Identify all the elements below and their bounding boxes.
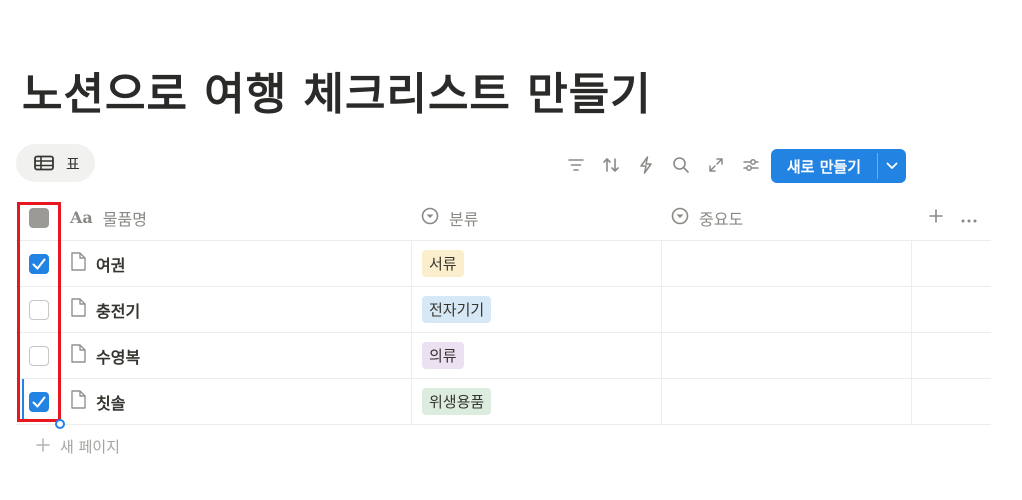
header-category-label: 분류 (449, 209, 479, 229)
more-options-icon[interactable] (961, 208, 977, 227)
table-row[interactable]: 칫솔 위생용품 (16, 379, 991, 425)
row-name: 칫솔 (96, 393, 126, 413)
row-end-cell (911, 287, 991, 332)
database-toolbar (558, 148, 768, 182)
view-tab-label: 표 (66, 154, 80, 173)
search-icon[interactable] (663, 148, 698, 182)
header-importance[interactable]: 중요도 (661, 195, 911, 240)
automation-icon[interactable] (628, 148, 663, 182)
selection-accent-bar (22, 379, 24, 419)
table-row[interactable]: 수영복 의류 (16, 333, 991, 379)
settings-icon[interactable] (733, 148, 768, 182)
category-tag: 위생용품 (422, 388, 492, 415)
row-checkbox[interactable] (29, 253, 49, 274)
category-cell[interactable]: 서류 (411, 241, 661, 286)
checklist-table: Aa 물품명 분류 중요도 여권 서류충전기 전자기기수영복 의류칫솔 위생용품 (16, 195, 991, 425)
expand-icon[interactable] (698, 148, 733, 182)
new-button[interactable]: 새로 만들기 (771, 149, 906, 183)
header-name-label: 물품명 (102, 209, 147, 229)
category-cell[interactable]: 의류 (411, 333, 661, 378)
header-importance-label: 중요도 (699, 209, 744, 229)
row-checkbox[interactable] (29, 299, 49, 320)
row-name: 수영복 (96, 347, 141, 367)
select-type-icon (671, 207, 689, 229)
chevron-down-icon[interactable] (878, 149, 906, 183)
text-type-icon: Aa (70, 208, 93, 227)
category-tag: 서류 (422, 250, 464, 277)
add-new-page-label: 새 페이지 (60, 438, 120, 456)
table-icon (34, 155, 54, 171)
page-icon (70, 390, 86, 413)
page-title: 노션으로 여행 체크리스트 만들기 (22, 69, 652, 120)
select-type-icon (421, 207, 439, 229)
row-end-cell (911, 379, 991, 424)
row-checkbox[interactable] (29, 345, 49, 366)
table-view-tab[interactable]: 표 (16, 144, 95, 182)
category-tag: 의류 (422, 342, 464, 369)
page-icon (70, 252, 86, 275)
category-cell[interactable]: 전자기기 (411, 287, 661, 332)
page-icon (70, 344, 86, 367)
row-end-cell (911, 333, 991, 378)
importance-cell[interactable] (661, 241, 911, 286)
select-all-checkbox[interactable] (29, 207, 49, 228)
row-checkbox[interactable] (29, 391, 49, 412)
sort-icon[interactable] (593, 148, 628, 182)
name-cell[interactable]: 여권 (62, 241, 411, 286)
name-cell[interactable]: 충전기 (62, 287, 411, 332)
plus-icon (36, 437, 50, 456)
header-name[interactable]: Aa 물품명 (62, 195, 411, 240)
header-category[interactable]: 분류 (411, 195, 661, 240)
importance-cell[interactable] (661, 287, 911, 332)
importance-cell[interactable] (661, 333, 911, 378)
add-property-icon[interactable] (929, 208, 943, 227)
row-name: 여권 (96, 255, 126, 275)
row-end-cell (911, 241, 991, 286)
table-row[interactable]: 충전기 전자기기 (16, 287, 991, 333)
add-new-page[interactable]: 새 페이지 (36, 436, 120, 457)
table-row[interactable]: 여권 서류 (16, 241, 991, 287)
importance-cell[interactable] (661, 379, 911, 424)
name-cell[interactable]: 수영복 (62, 333, 411, 378)
name-cell[interactable]: 칫솔 (62, 379, 411, 424)
new-button-label: 새로 만들기 (786, 157, 862, 176)
row-name: 충전기 (96, 301, 141, 321)
table-header-row: Aa 물품명 분류 중요도 (16, 195, 991, 241)
selection-resize-handle[interactable] (55, 419, 65, 429)
category-tag: 전자기기 (422, 296, 492, 323)
filter-icon[interactable] (558, 148, 593, 182)
category-cell[interactable]: 위생용품 (411, 379, 661, 424)
page-icon (70, 298, 86, 321)
